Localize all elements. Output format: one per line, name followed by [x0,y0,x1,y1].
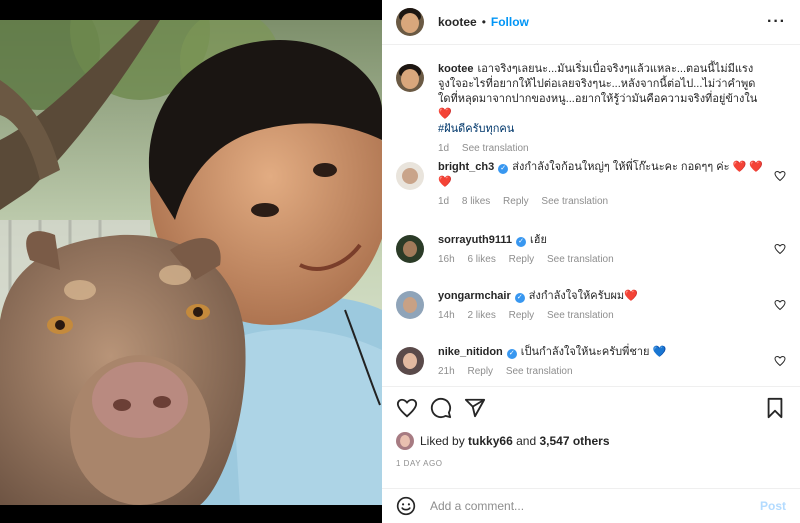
heart-icon[interactable] [396,397,418,419]
liked-by-prefix: Liked by [420,434,465,448]
post-image-illustration [0,20,382,505]
caption-username[interactable]: kootee [438,63,473,75]
comment-row: yongarmchair ✓ ส่งกำลังใจให้ครับผม❤️ 14h 2… [396,289,786,321]
comment-body: ส่งกำลังใจก้อนใหญ่ๆ ให้พี่โก๊ะนะคะ กอดๆๆ… [512,161,730,173]
caption-body: เอาจริงๆเลยนะ...มันเริ่มเบื่อจริงๆแล้วแห… [438,63,758,105]
liked-by-user[interactable]: tukky66 [468,434,513,448]
liked-by-and: and [516,434,537,448]
caption-meta: 1d See translation [438,143,764,154]
add-comment-bar: Post [382,488,800,523]
comment-time[interactable]: 14h [438,310,455,321]
comment-emoji: ❤️ [624,290,638,302]
commenter-avatar[interactable] [396,347,424,375]
comment-like-heart-icon[interactable] [774,243,786,255]
comment-reply[interactable]: Reply [467,366,493,377]
comment-emoji: 💙 [652,346,667,358]
comment-text: yongarmchair ✓ ส่งกำลังใจให้ครับผม❤️ [438,289,764,304]
comment-reply[interactable]: Reply [509,254,535,265]
comment-username[interactable]: yongarmchair [438,290,511,302]
comment-text: sorrayuth9111 ✓ เฮ้ย [438,233,764,248]
comment-time[interactable]: 21h [438,366,455,377]
caption-avatar[interactable] [396,64,424,92]
comments-list[interactable]: kootee เอาจริงๆเลยนะ...มันเริ่มเบื่อจริงๆ… [382,46,800,386]
comment-username[interactable]: nike_nitidon [438,346,503,358]
share-icon[interactable] [464,397,486,419]
comment-reply[interactable]: Reply [509,310,535,321]
comment-time[interactable]: 16h [438,254,455,265]
comment-time[interactable]: 1d [438,196,449,207]
comment-text: bright_ch3 ✓ ส่งกำลังใจก้อนใหญ่ๆ ให้พี่โก๊… [438,160,764,190]
commenter-avatar[interactable] [396,235,424,263]
comment-likes[interactable]: 2 likes [467,310,495,321]
commenter-avatar[interactable] [396,162,424,190]
caption-heart-emoji: ❤️ [438,108,452,120]
post-actions-bar [382,386,800,428]
verified-badge-icon: ✓ [498,164,509,174]
comment-row: nike_nitidon ✓ เป็นกำลังใจให้นะครับพี่ชาย … [396,345,786,377]
author-username[interactable]: kootee [438,15,477,29]
post-header: kootee • Follow ··· [382,0,800,45]
comment-body: เฮ้ย [530,234,547,246]
comment-row: sorrayuth9111 ✓ เฮ้ย 16h 6 likes Reply See… [396,233,786,265]
comment-see-translation[interactable]: See translation [547,310,614,321]
comment-row: bright_ch3 ✓ ส่งกำลังใจก้อนใหญ่ๆ ให้พี่โก๊… [396,160,786,207]
comment-reply[interactable]: Reply [503,196,529,207]
post-side-panel: kootee • Follow ··· kootee เอาจริงๆเลยนะ.… [382,0,800,523]
caption-row: kootee เอาจริงๆเลยนะ...มันเริ่มเบื่อจริงๆ… [396,62,786,154]
comment-like-heart-icon[interactable] [774,170,786,182]
verified-badge-icon: ✓ [514,293,525,303]
separator-dot: • [481,15,486,29]
comment-see-translation[interactable]: See translation [506,366,573,377]
follow-button[interactable]: Follow [491,15,529,29]
caption-hashtag[interactable]: #ฝันดีครับทุกคน [438,123,514,135]
comment-text: nike_nitidon ✓ เป็นกำลังใจให้นะครับพี่ชาย … [438,345,764,360]
post-photo-area [0,0,382,523]
author-avatar[interactable] [396,8,424,36]
post-date[interactable]: 1 DAY AGO [396,459,442,468]
verified-badge-icon: ✓ [516,237,526,247]
comment-username[interactable]: bright_ch3 [438,161,494,173]
verified-badge-icon: ✓ [506,349,517,359]
comment-likes[interactable]: 8 likes [462,196,490,207]
bookmark-icon[interactable] [764,397,786,419]
comment-see-translation[interactable]: See translation [541,196,608,207]
caption-time[interactable]: 1d [438,143,449,154]
liked-by-others[interactable]: 3,547 others [539,434,609,448]
caption-text: kootee เอาจริงๆเลยนะ...มันเริ่มเบื่อจริงๆ… [438,62,764,137]
post-comment-button[interactable]: Post [760,499,786,513]
comment-meta: 14h 2 likes Reply See translation [438,310,764,321]
comment-see-translation[interactable]: See translation [547,254,614,265]
comment-body: ส่งกำลังใจให้ครับผม [528,290,625,302]
comment-like-heart-icon[interactable] [774,355,786,367]
comment-meta: 16h 6 likes Reply See translation [438,254,764,265]
comment-body: เป็นกำลังใจให้นะครับพี่ชาย [520,346,650,358]
more-options-icon[interactable]: ··· [767,13,786,31]
liked-by-row: Liked by tukky66 and 3,547 others [396,432,610,450]
comment-username[interactable]: sorrayuth9111 [438,234,512,246]
comment-meta: 1d 8 likes Reply See translation [438,196,764,207]
comment-meta: 21h Reply See translation [438,366,764,377]
post-image[interactable] [0,20,382,505]
comment-like-heart-icon[interactable] [774,299,786,311]
commenter-avatar[interactable] [396,291,424,319]
comment-icon[interactable] [430,397,452,419]
liked-by-avatar[interactable] [396,432,414,450]
caption-see-translation[interactable]: See translation [462,143,529,154]
emoji-icon[interactable] [396,496,416,516]
comment-input[interactable] [430,499,760,513]
comment-likes[interactable]: 6 likes [467,254,495,265]
